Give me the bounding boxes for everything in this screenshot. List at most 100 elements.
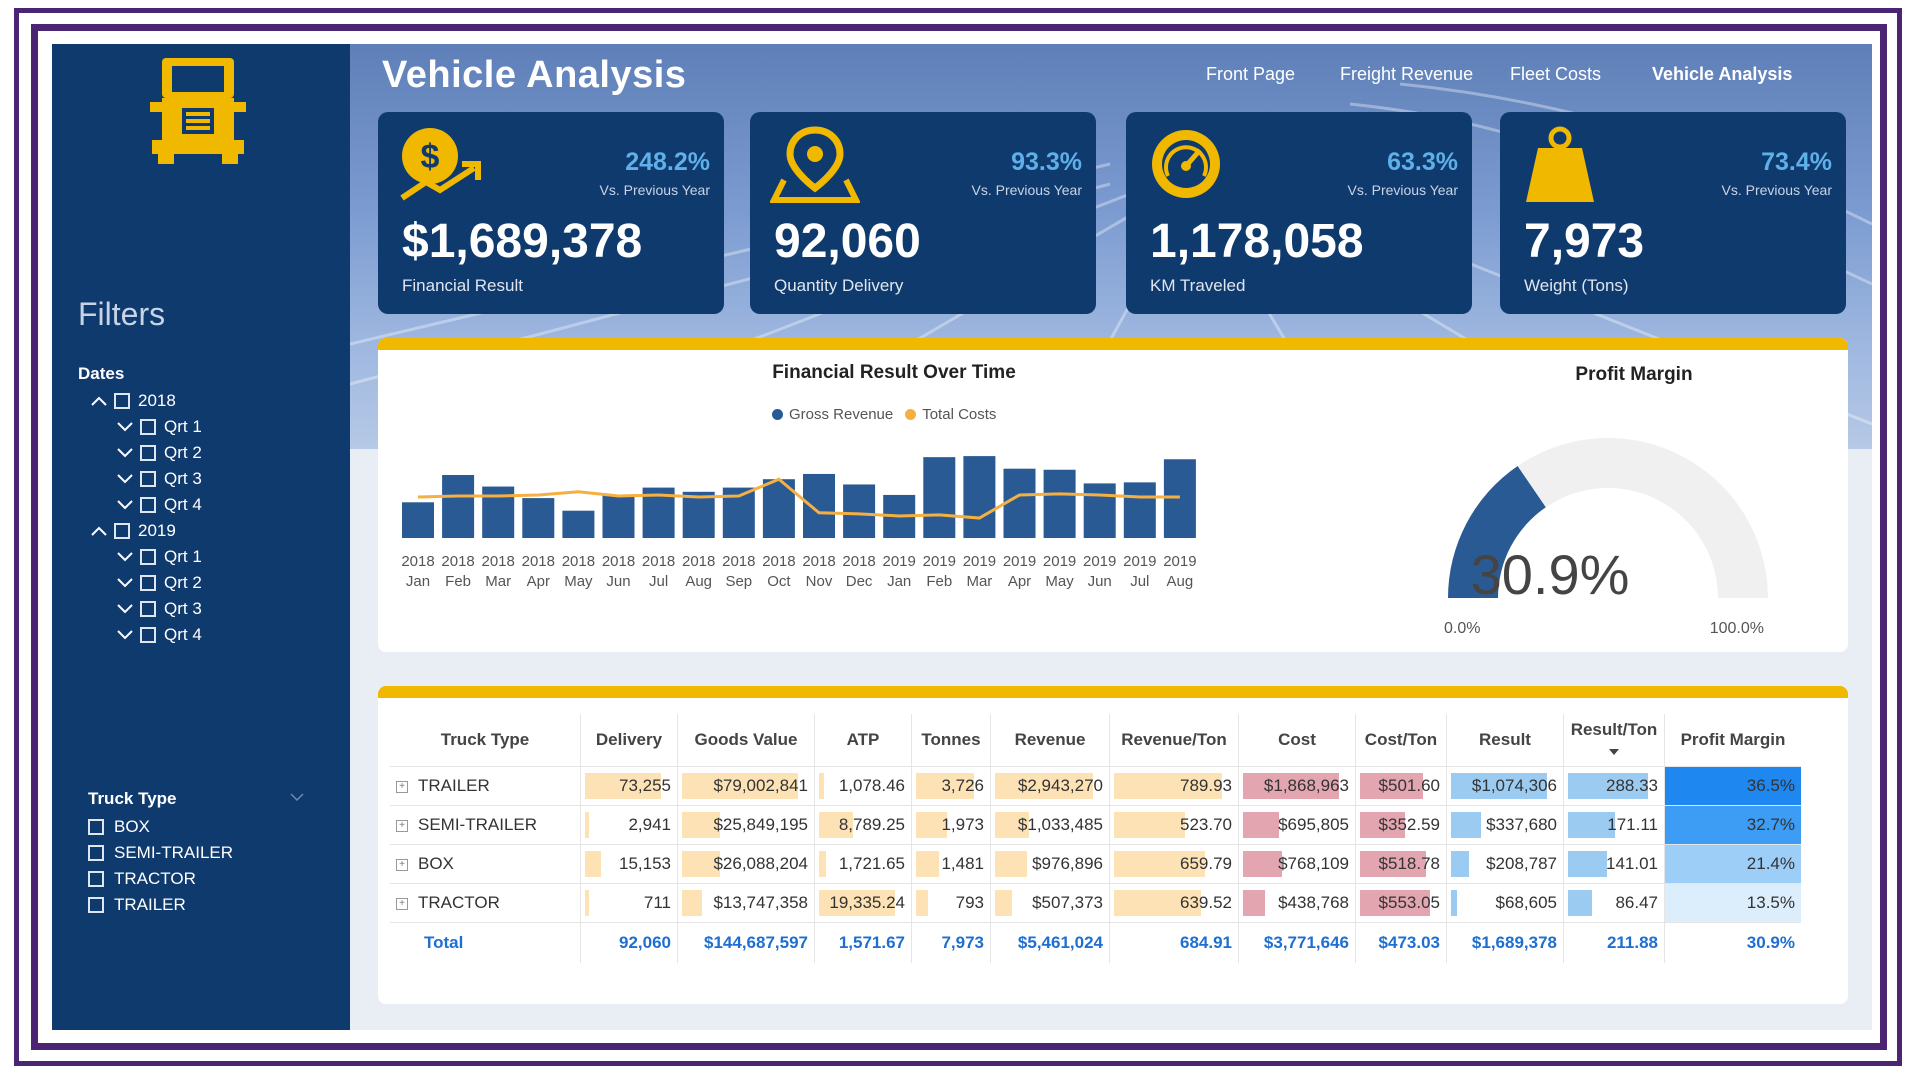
tree-item-2019[interactable]: 2019 xyxy=(88,518,202,544)
bar-gross-revenue[interactable] xyxy=(402,502,434,538)
bar-gross-revenue[interactable] xyxy=(1003,468,1036,538)
truck-type-option-tractor[interactable]: TRACTOR xyxy=(88,866,233,892)
tree-item-label: Qrt 3 xyxy=(164,469,202,488)
bar-gross-revenue[interactable] xyxy=(963,456,996,538)
table-row[interactable]: + TRACTOR 711 $13,747,358 19,335.24 793 $507,3… xyxy=(390,883,1801,923)
data-bar xyxy=(585,890,589,916)
nav-fleet-costs[interactable]: Fleet Costs xyxy=(1510,64,1601,85)
checkbox[interactable] xyxy=(88,897,104,913)
checkbox[interactable] xyxy=(114,523,130,539)
nav-front-page[interactable]: Front Page xyxy=(1206,64,1295,85)
tree-item-label: Qrt 2 xyxy=(164,443,202,462)
expand-icon[interactable]: + xyxy=(396,897,408,910)
column-header-delivery[interactable]: Delivery xyxy=(580,714,678,767)
tree-item-2018[interactable]: 2018 xyxy=(88,388,202,414)
column-header-cost-per-ton[interactable]: Cost/Ton xyxy=(1355,714,1447,767)
table-row[interactable]: + TRAILER 73,255 $79,002,841 1,078.46 3,726 $2… xyxy=(390,766,1801,806)
tree-item-2019-qrt2[interactable]: Qrt 2 xyxy=(88,570,202,596)
truck-type-option-trailer[interactable]: TRAILER xyxy=(88,892,233,918)
expand-icon[interactable]: + xyxy=(396,780,408,793)
column-header-goods-value[interactable]: Goods Value xyxy=(677,714,815,767)
checkbox[interactable] xyxy=(140,497,156,513)
bar-gross-revenue[interactable] xyxy=(1123,482,1156,538)
kpi-card-quantity-delivery: 93.3% Vs. Previous Year 92,060 Quantity … xyxy=(750,112,1096,314)
tree-item-2019-qrt1[interactable]: Qrt 1 xyxy=(88,544,202,570)
column-header-revenue-per-ton[interactable]: Revenue/Ton xyxy=(1109,714,1239,767)
chevron-up-icon[interactable] xyxy=(88,520,110,542)
chevron-down-icon[interactable] xyxy=(114,416,136,438)
column-header-truck-type[interactable]: Truck Type xyxy=(390,714,581,767)
column-header-profit-margin[interactable]: Profit Margin xyxy=(1665,714,1802,767)
bar-gross-revenue[interactable] xyxy=(602,494,635,538)
bar-gross-revenue[interactable] xyxy=(1043,469,1076,538)
column-header-tonnes[interactable]: Tonnes xyxy=(911,714,991,767)
checkbox[interactable] xyxy=(140,601,156,617)
bar-gross-revenue[interactable] xyxy=(843,484,876,538)
truck-type-cell[interactable]: + SEMI-TRAILER xyxy=(390,805,581,845)
column-header-cost[interactable]: Cost xyxy=(1238,714,1356,767)
cell-cost-ton: $518.78 xyxy=(1355,844,1447,884)
total-profit-margin: 30.9% xyxy=(1664,922,1801,963)
truck-type-option-semi-trailer[interactable]: SEMI-TRAILER xyxy=(88,840,233,866)
truck-type-cell[interactable]: + TRAILER xyxy=(390,766,581,806)
checkbox[interactable] xyxy=(88,845,104,861)
table-row[interactable]: + BOX 15,153 $26,088,204 1,721.65 1,481 $976,8… xyxy=(390,844,1801,884)
tree-item-2018-qrt2[interactable]: Qrt 2 xyxy=(88,440,202,466)
x-axis-tick-label: 2018 May xyxy=(561,553,596,590)
chevron-down-icon[interactable] xyxy=(290,792,304,802)
column-header-atp[interactable]: ATP xyxy=(814,714,912,767)
bar-gross-revenue[interactable] xyxy=(562,510,595,538)
chevron-down-icon[interactable] xyxy=(114,442,136,464)
bar-gross-revenue[interactable] xyxy=(1163,459,1196,538)
column-header-result-per-ton[interactable]: Result/Ton xyxy=(1563,714,1665,767)
cell-value: 171.11 xyxy=(1607,815,1658,834)
table-row[interactable]: + SEMI-TRAILER 2,941 $25,849,195 8,789.25 1,9… xyxy=(390,805,1801,845)
checkbox[interactable] xyxy=(140,471,156,487)
checkbox[interactable] xyxy=(140,419,156,435)
bar-gross-revenue[interactable] xyxy=(442,475,475,538)
truck-type-table: Truck Type Delivery Goods Value ATP Tonn… xyxy=(390,714,1801,963)
cell-value: 8,789.25 xyxy=(838,815,905,834)
kpi-label: KM Traveled xyxy=(1150,276,1246,295)
nav-vehicle-analysis[interactable]: Vehicle Analysis xyxy=(1652,64,1792,85)
tree-item-2019-qrt4[interactable]: Qrt 4 xyxy=(88,622,202,648)
chevron-down-icon[interactable] xyxy=(114,624,136,646)
kpi-change-pct: 73.4% xyxy=(1761,148,1832,176)
bar-gross-revenue[interactable] xyxy=(803,473,835,538)
tree-item-2019-qrt3[interactable]: Qrt 3 xyxy=(88,596,202,622)
bar-gross-revenue[interactable] xyxy=(1083,483,1116,538)
checkbox[interactable] xyxy=(140,549,156,565)
truck-type-cell[interactable]: + TRACTOR xyxy=(390,883,581,923)
column-header-result[interactable]: Result xyxy=(1446,714,1564,767)
chevron-up-icon[interactable] xyxy=(88,390,110,412)
checkbox[interactable] xyxy=(88,819,104,835)
cell-result: $208,787 xyxy=(1446,844,1564,884)
bar-gross-revenue[interactable] xyxy=(522,498,555,538)
chevron-down-icon[interactable] xyxy=(114,598,136,620)
checkbox[interactable] xyxy=(88,871,104,887)
expand-icon[interactable]: + xyxy=(396,819,408,832)
chevron-down-icon[interactable] xyxy=(114,494,136,516)
nav-freight-revenue[interactable]: Freight Revenue xyxy=(1340,64,1473,85)
checkbox[interactable] xyxy=(140,575,156,591)
expand-icon[interactable]: + xyxy=(396,858,408,871)
chevron-down-icon[interactable] xyxy=(114,468,136,490)
truck-type-option-box[interactable]: BOX xyxy=(88,814,233,840)
cell-value: 141.01 xyxy=(1606,854,1658,873)
total-tonnes: 7,973 xyxy=(911,922,991,963)
chevron-down-icon[interactable] xyxy=(114,572,136,594)
checkbox[interactable] xyxy=(140,627,156,643)
checkbox[interactable] xyxy=(140,445,156,461)
total-revenue: $5,461,024 xyxy=(990,922,1110,963)
chevron-down-icon[interactable] xyxy=(114,546,136,568)
tree-item-2018-qrt1[interactable]: Qrt 1 xyxy=(88,414,202,440)
cell-value: 711 xyxy=(643,893,671,912)
bar-gross-revenue[interactable] xyxy=(682,491,715,538)
checkbox[interactable] xyxy=(114,393,130,409)
tree-item-2018-qrt3[interactable]: Qrt 3 xyxy=(88,466,202,492)
bar-gross-revenue[interactable] xyxy=(923,457,956,538)
tree-item-2018-qrt4[interactable]: Qrt 4 xyxy=(88,492,202,518)
truck-type-option-label: SEMI-TRAILER xyxy=(114,843,234,862)
column-header-revenue[interactable]: Revenue xyxy=(990,714,1110,767)
truck-type-cell[interactable]: + BOX xyxy=(390,844,581,884)
